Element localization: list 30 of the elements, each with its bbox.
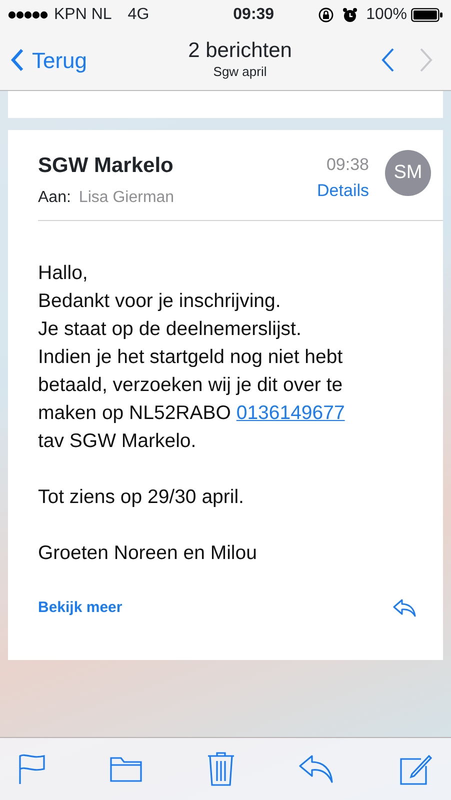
reply-button[interactable] [393,598,417,617]
see-more-link[interactable]: Bekijk meer [38,596,122,619]
message-paragraph: Groeten Noreen en Milou [38,540,258,566]
back-chevron-icon [10,48,24,72]
back-button[interactable]: Terug [10,44,88,76]
recipient-name: Lisa Gierman [78,188,174,208]
reply-button[interactable] [298,754,335,784]
battery-icon [410,8,443,22]
network-type: 4G [128,5,150,25]
sender-avatar: SM [385,150,431,196]
flag-button[interactable] [18,753,46,785]
message-paragraph: Hallo, Bedankt voor je inschrijving. Je staat op de deelnemerslijst. Indien je het startgeld nog niet hebt betaald, verzoeken wij je dit over te maken op NL52RABO 0136149677 tav SGW Markelo. [38,260,346,454]
previous-button[interactable] [381,47,395,73]
rotation-lock-icon [318,7,334,23]
move-to-folder-button[interactable] [110,755,142,783]
sender-name: SGW Markelo [38,153,174,179]
account-number-link[interactable]: 0136149677 [236,402,345,424]
message-time: 09:38 [325,154,369,176]
thread-subtitle: Sgw april [212,62,268,81]
thread-title: 2 berichten [187,38,293,62]
status-time: 09:39 [232,5,274,25]
battery-percent: 100% [366,5,407,25]
recipient-label: Aan: [38,188,71,208]
trash-button[interactable] [206,751,234,787]
carrier-name: KPN NL [54,5,112,25]
message-paragraph: Tot ziens op 29/30 april. [38,484,245,510]
alarm-icon [342,7,358,23]
signal-icon [8,10,50,20]
details-link[interactable]: Details [317,178,369,203]
compose-button[interactable] [399,752,433,786]
